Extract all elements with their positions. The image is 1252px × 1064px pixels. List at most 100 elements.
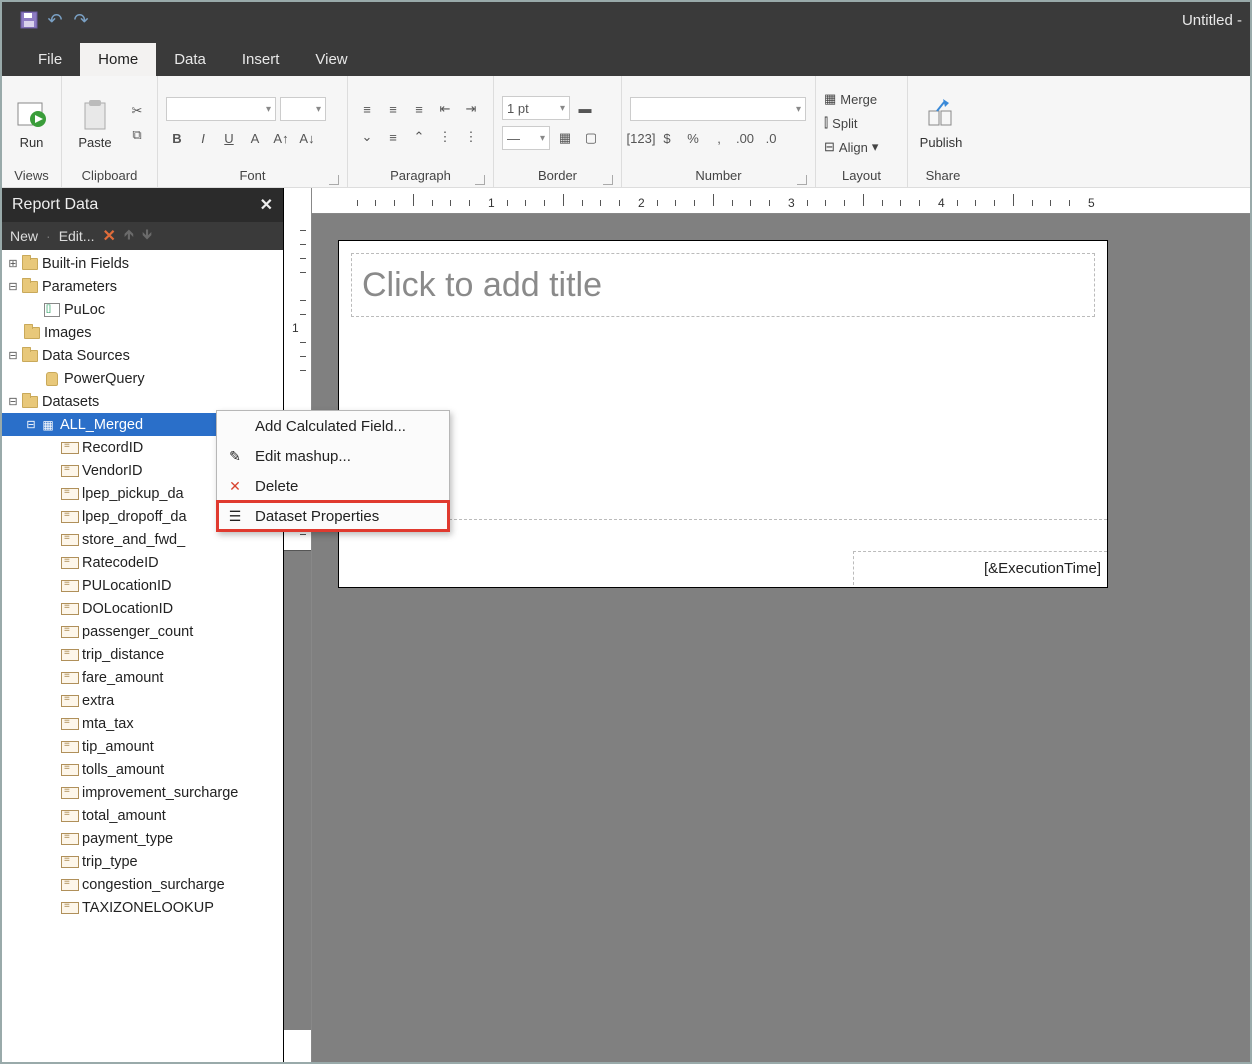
close-icon[interactable]: ✕	[260, 195, 273, 215]
group-paragraph-label: Paragraph	[356, 166, 485, 187]
fill-color-icon[interactable]: ▦	[554, 127, 576, 149]
comma-icon[interactable]: ,	[708, 127, 730, 149]
tree-field[interactable]: tolls_amount	[2, 758, 283, 781]
tree-field[interactable]: RatecodeID	[2, 551, 283, 574]
align-center-icon[interactable]: ≡	[382, 98, 404, 120]
tree-builtin-fields[interactable]: ⊞Built-in Fields	[2, 252, 283, 275]
save-icon[interactable]	[16, 7, 42, 33]
font-color-icon[interactable]: A	[244, 127, 266, 149]
border-weight-combo[interactable]: 1 pt	[502, 96, 570, 120]
menu-edit-mashup[interactable]: ✎Edit mashup...	[217, 441, 449, 471]
cut-icon[interactable]: ✂	[126, 100, 148, 122]
menu-delete[interactable]: ✕Delete	[217, 471, 449, 501]
tree-field[interactable]: congestion_surcharge	[2, 873, 283, 896]
edit-icon: ✎	[225, 446, 245, 466]
vertical-ruler: 1	[284, 188, 312, 1062]
group-clipboard-label: Clipboard	[70, 166, 149, 187]
tree-field[interactable]: total_amount	[2, 804, 283, 827]
tree-field[interactable]: passenger_count	[2, 620, 283, 643]
underline-icon[interactable]: U	[218, 127, 240, 149]
percent-icon[interactable]: %	[682, 127, 704, 149]
valign-bot-icon[interactable]: ⌃	[408, 126, 430, 148]
title-placeholder[interactable]: Click to add title	[351, 253, 1095, 317]
ribbon: Run Views Paste ✂ ⧉ Clipboard	[2, 76, 1250, 188]
placeholder-icon[interactable]: [123]	[630, 127, 652, 149]
font-family-combo[interactable]	[166, 97, 276, 121]
report-data-title: Report Data ✕	[2, 188, 283, 222]
group-views-label: Views	[10, 166, 53, 187]
run-label: Run	[20, 135, 44, 150]
valign-top-icon[interactable]: ⌄	[356, 126, 378, 148]
context-menu: Add Calculated Field... ✎Edit mashup... …	[216, 410, 450, 532]
split-button[interactable]: ⫿ Split	[824, 112, 878, 134]
workspace: Report Data ✕ New · Edit... ✕ 🡹 🡻 ⊞Built…	[2, 188, 1250, 1062]
document-title: Untitled -	[1182, 12, 1242, 29]
tree-field[interactable]: tip_amount	[2, 735, 283, 758]
footer-execution-time[interactable]: [&ExecutionTime]	[853, 551, 1107, 585]
tree-field[interactable]: improvement_surcharge	[2, 781, 283, 804]
font-size-combo[interactable]	[280, 97, 326, 121]
bold-icon[interactable]: B	[166, 127, 188, 149]
valign-mid-icon[interactable]: ≡	[382, 126, 404, 148]
undo-icon[interactable]: ↶	[42, 7, 68, 33]
tree-field[interactable]: trip_type	[2, 850, 283, 873]
quick-access-toolbar: ↶ ↷ Untitled -	[2, 2, 1250, 38]
grow-font-icon[interactable]: A↑	[270, 127, 292, 149]
tree-field[interactable]: extra	[2, 689, 283, 712]
tab-insert[interactable]: Insert	[224, 43, 298, 76]
publish-button[interactable]: Publish	[916, 97, 966, 150]
tab-data[interactable]: Data	[156, 43, 224, 76]
align-left-icon[interactable]: ≡	[356, 98, 378, 120]
tree-field[interactable]: trip_distance	[2, 643, 283, 666]
group-number-label: Number	[630, 166, 807, 187]
menu-dataset-properties[interactable]: ☰Dataset Properties	[217, 501, 449, 531]
currency-icon[interactable]: $	[656, 127, 678, 149]
tree-field[interactable]: mta_tax	[2, 712, 283, 735]
tree-field[interactable]: fare_amount	[2, 666, 283, 689]
move-down-icon[interactable]: 🡻	[142, 224, 152, 248]
align-button[interactable]: ⊟ Align ▾	[824, 136, 878, 158]
design-surface: 1 12345 Click to add title [&ExecutionTi…	[284, 188, 1250, 1062]
report-data-tree: ⊞Built-in Fields ⊟Parameters PuLoc Image…	[2, 250, 283, 1062]
report-page[interactable]: Click to add title [&ExecutionTime]	[338, 240, 1108, 588]
tree-datasources[interactable]: ⊟Data Sources	[2, 344, 283, 367]
border-style-combo[interactable]: —	[502, 126, 550, 150]
tab-home[interactable]: Home	[80, 43, 156, 76]
tab-file[interactable]: File	[20, 43, 80, 76]
delete-icon[interactable]: ✕	[102, 226, 115, 246]
border-preset-icon[interactable]: ▢	[580, 127, 602, 149]
move-up-icon[interactable]: 🡹	[124, 224, 134, 248]
tree-ds-item[interactable]: PowerQuery	[2, 367, 283, 390]
group-border-label: Border	[502, 166, 613, 187]
tree-parameters[interactable]: ⊟Parameters	[2, 275, 283, 298]
align-right-icon[interactable]: ≡	[408, 98, 430, 120]
tree-field[interactable]: TAXIZONELOOKUP	[2, 896, 283, 919]
menu-add-calculated-field[interactable]: Add Calculated Field...	[217, 411, 449, 441]
merge-button[interactable]: ▦ Merge	[824, 88, 878, 110]
new-button[interactable]: New	[10, 228, 38, 244]
section-divider	[339, 519, 1107, 520]
paste-button[interactable]: Paste	[70, 97, 120, 150]
number-format-combo[interactable]	[630, 97, 806, 121]
redo-icon[interactable]: ↷	[68, 7, 94, 33]
border-color-icon[interactable]: ▬	[574, 97, 596, 119]
copy-icon[interactable]: ⧉	[126, 124, 148, 146]
tree-field[interactable]: PULocationID	[2, 574, 283, 597]
bullets-icon[interactable]: ⋮	[434, 126, 456, 148]
indent-inc-icon[interactable]: ⇥	[460, 98, 482, 120]
dec-decimal-icon[interactable]: .0	[760, 127, 782, 149]
tree-field[interactable]: payment_type	[2, 827, 283, 850]
italic-icon[interactable]: I	[192, 127, 214, 149]
indent-dec-icon[interactable]: ⇤	[434, 98, 456, 120]
edit-button[interactable]: Edit...	[59, 228, 95, 244]
tree-param-item[interactable]: PuLoc	[2, 298, 283, 321]
report-data-pane: Report Data ✕ New · Edit... ✕ 🡹 🡻 ⊞Built…	[2, 188, 284, 1062]
inc-decimal-icon[interactable]: .00	[734, 127, 756, 149]
shrink-font-icon[interactable]: A↓	[296, 127, 318, 149]
tree-field[interactable]: DOLocationID	[2, 597, 283, 620]
run-button[interactable]: Run	[10, 97, 53, 150]
tab-view[interactable]: View	[297, 43, 365, 76]
numbering-icon[interactable]: ⋮	[460, 126, 482, 148]
paste-label: Paste	[78, 135, 111, 150]
tree-images[interactable]: Images	[2, 321, 283, 344]
